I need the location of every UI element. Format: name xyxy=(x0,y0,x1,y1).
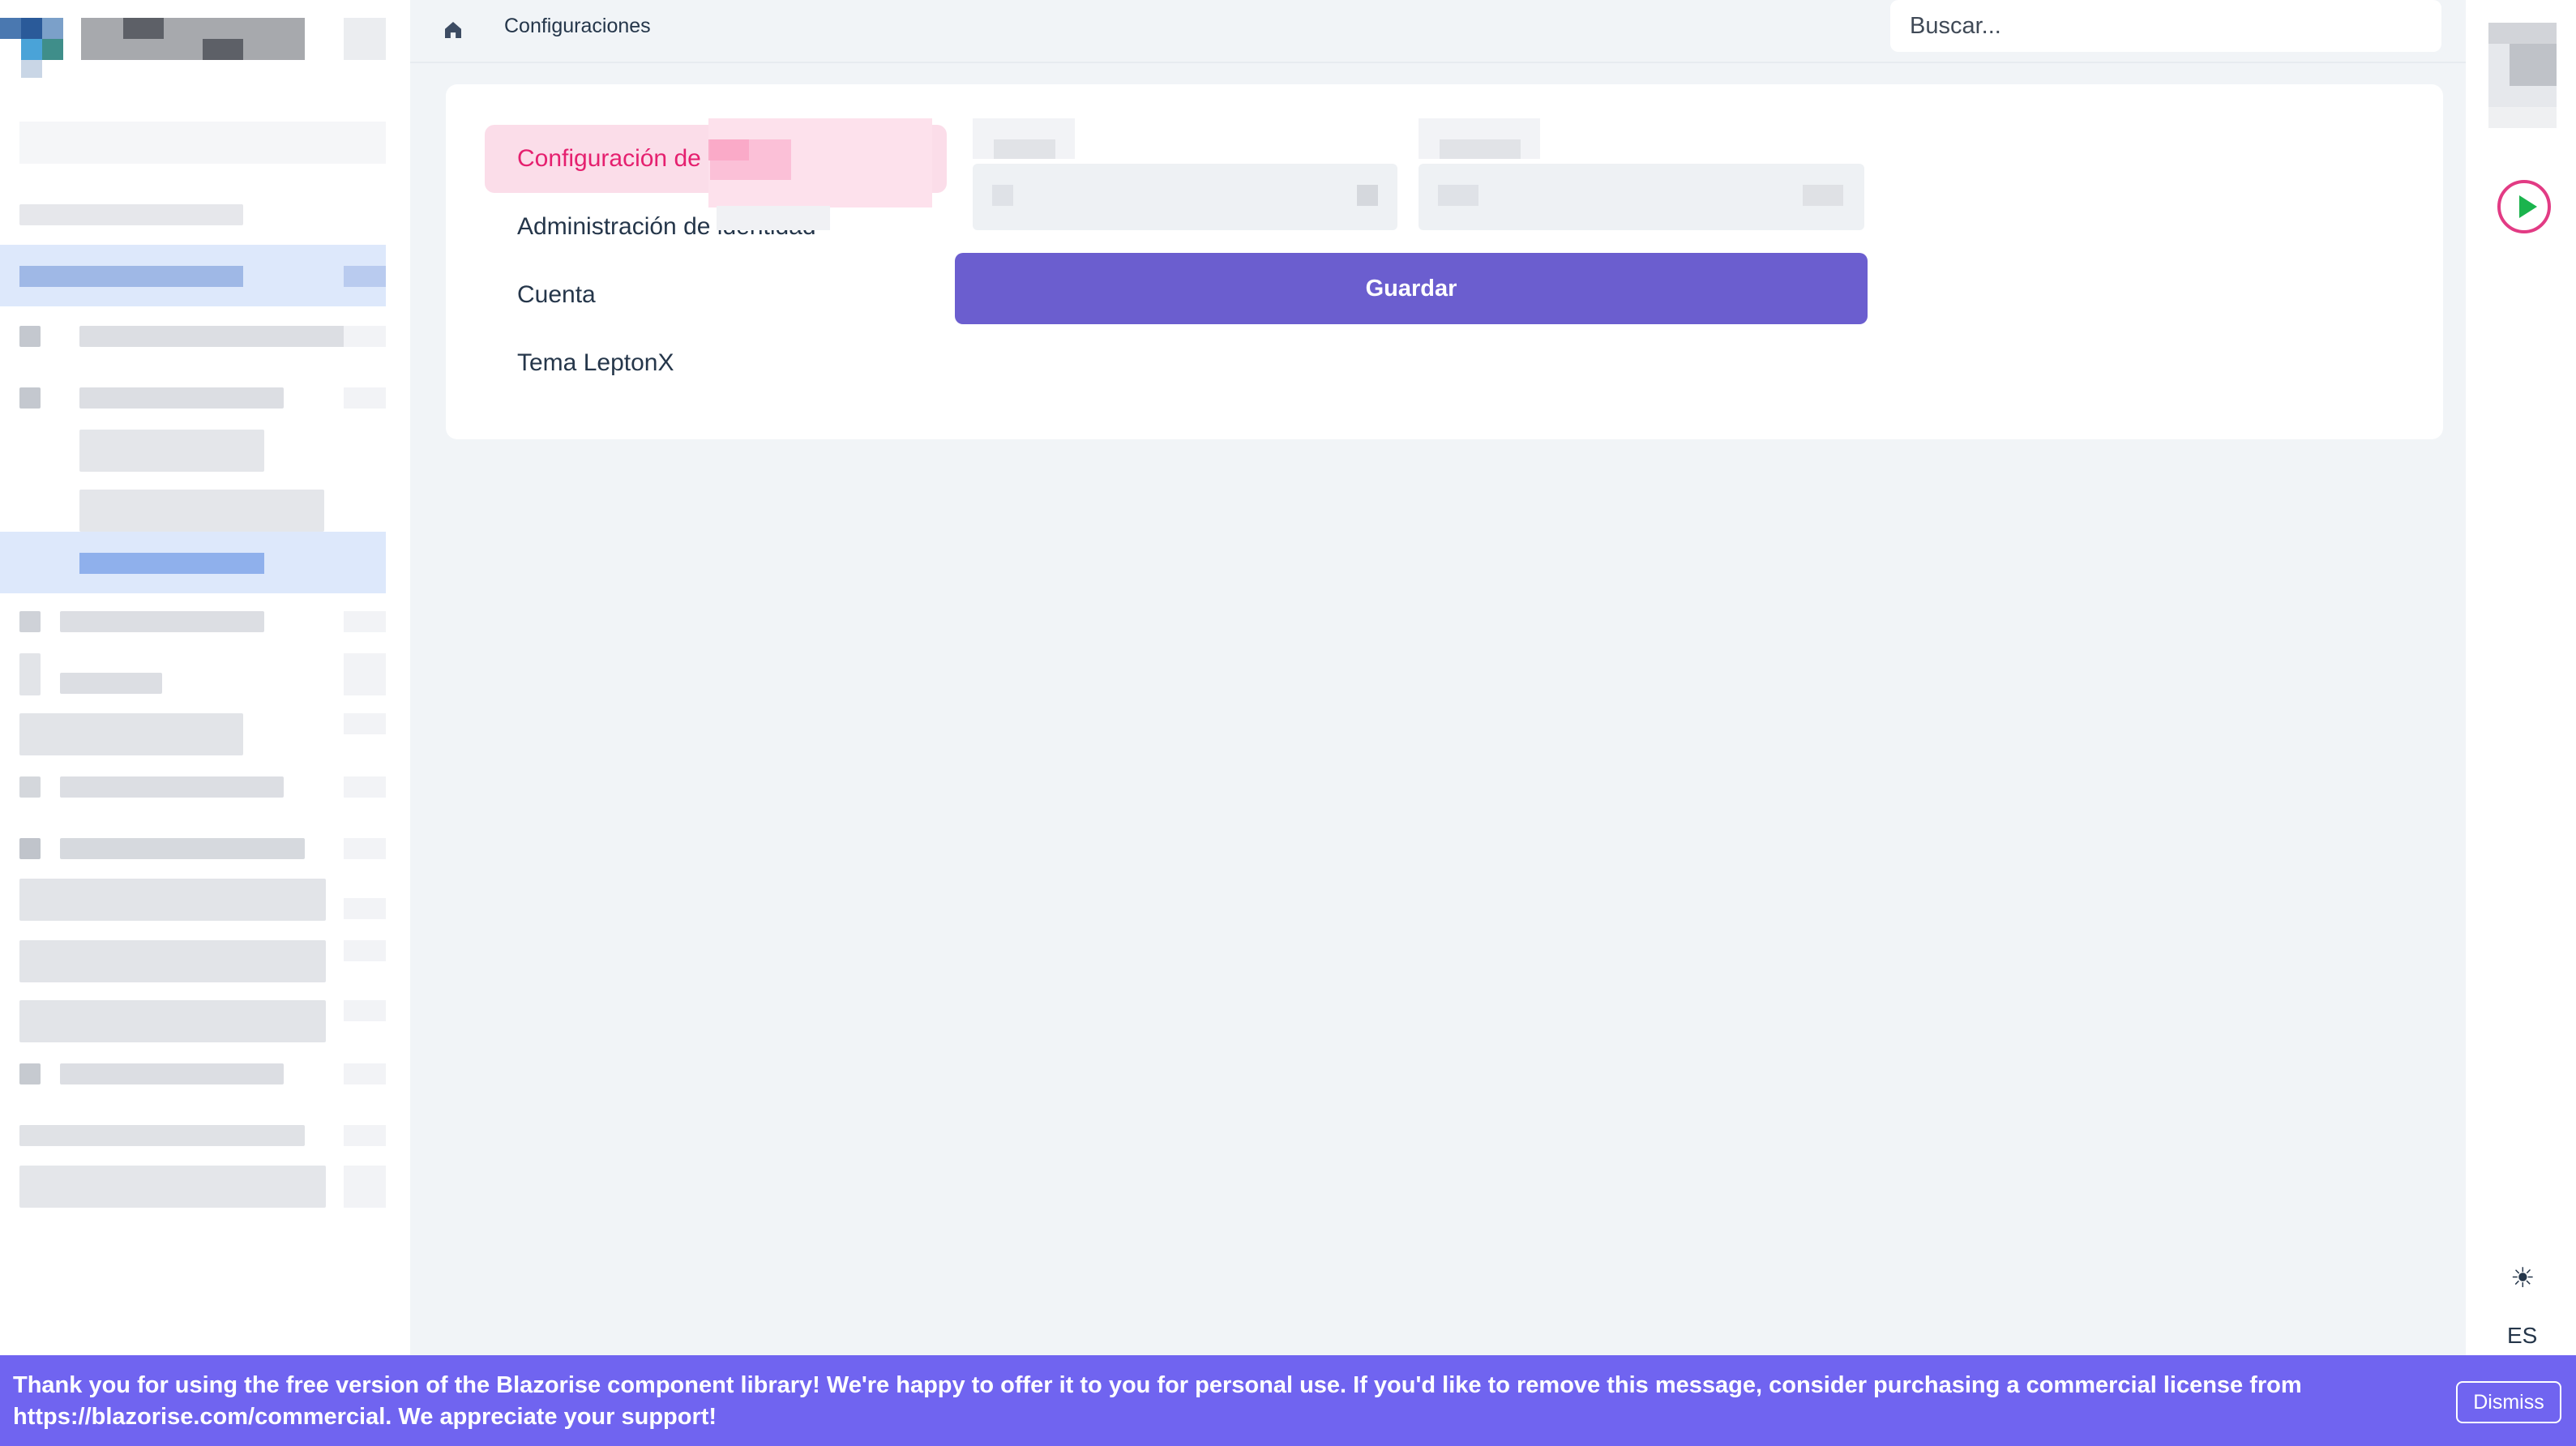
settings-tab-identity[interactable]: Administración de identidad xyxy=(485,193,947,261)
sidebar-icon xyxy=(19,838,41,859)
language-selector[interactable]: ES xyxy=(2507,1323,2537,1349)
dismiss-button[interactable]: Dismiss xyxy=(2456,1381,2561,1423)
sidebar-chevron-icon xyxy=(344,838,386,859)
sidebar-user-blur xyxy=(19,122,386,164)
field-label xyxy=(1419,118,1540,159)
sidebar-item[interactable] xyxy=(19,1000,326,1042)
field-input[interactable] xyxy=(1419,164,1864,230)
sidebar-item[interactable] xyxy=(79,387,284,409)
sidebar-item-active[interactable] xyxy=(0,245,386,306)
sidebar-chevron-icon xyxy=(344,611,386,632)
redacted-text xyxy=(717,206,830,230)
sidebar-icon xyxy=(19,326,41,347)
sidebar-chevron-icon xyxy=(344,1063,386,1084)
sidebar-item[interactable] xyxy=(60,611,264,632)
settings-tab-account[interactable]: Cuenta xyxy=(485,261,947,329)
sidebar-subitem[interactable] xyxy=(79,490,324,532)
save-button[interactable]: Guardar xyxy=(955,253,1868,324)
sidebar-item[interactable] xyxy=(60,673,162,694)
sidebar-item[interactable] xyxy=(19,1125,305,1146)
sidebar-subitem-active[interactable] xyxy=(0,532,386,593)
sidebar-item[interactable] xyxy=(19,1166,326,1208)
sidebar-item[interactable] xyxy=(60,776,284,798)
sidebar-chevron-icon xyxy=(344,898,386,919)
license-banner: Thank you for using the free version of … xyxy=(0,1355,2576,1446)
sidebar-item[interactable] xyxy=(60,1063,284,1084)
avatar[interactable] xyxy=(2488,23,2557,128)
sidebar-item[interactable] xyxy=(79,326,365,347)
breadcrumb-current: Configuraciones xyxy=(504,15,651,37)
home-icon[interactable] xyxy=(441,18,465,42)
sidebar-item[interactable] xyxy=(19,713,243,755)
theme-toggle-sun-icon[interactable]: ☀ xyxy=(2510,1264,2535,1292)
sidebar xyxy=(0,0,410,1355)
sidebar-chevron-icon xyxy=(344,1000,386,1021)
sidebar-item[interactable] xyxy=(60,838,305,859)
field-input[interactable] xyxy=(973,164,1397,230)
app-logo[interactable] xyxy=(0,18,386,79)
sidebar-chevron-icon xyxy=(344,387,386,409)
sidebar-chevron-icon xyxy=(344,1166,386,1208)
sidebar-icon xyxy=(19,611,41,632)
license-banner-message: Thank you for using the free version of … xyxy=(13,1372,2302,1430)
sidebar-chevron-icon xyxy=(344,653,386,695)
sidebar-icon xyxy=(19,776,41,798)
sidebar-subitem[interactable] xyxy=(79,430,264,472)
sidebar-icon xyxy=(19,1063,41,1084)
field-label xyxy=(973,118,1075,159)
sidebar-chevron-icon xyxy=(344,713,386,734)
sidebar-icon xyxy=(19,653,41,695)
sidebar-item[interactable] xyxy=(19,940,326,982)
sidebar-chevron-icon xyxy=(344,1125,386,1146)
sidebar-chevron-icon xyxy=(344,940,386,961)
search-input[interactable] xyxy=(1890,0,2441,52)
sidebar-chevron-icon xyxy=(344,776,386,798)
play-icon[interactable] xyxy=(2497,180,2551,233)
settings-tab-leptonx-theme[interactable]: Tema LeptonX xyxy=(485,329,947,397)
sidebar-icon xyxy=(19,387,41,409)
sidebar-item[interactable] xyxy=(19,204,243,225)
sidebar-chevron-icon xyxy=(344,326,386,347)
sidebar-item[interactable] xyxy=(19,879,326,921)
